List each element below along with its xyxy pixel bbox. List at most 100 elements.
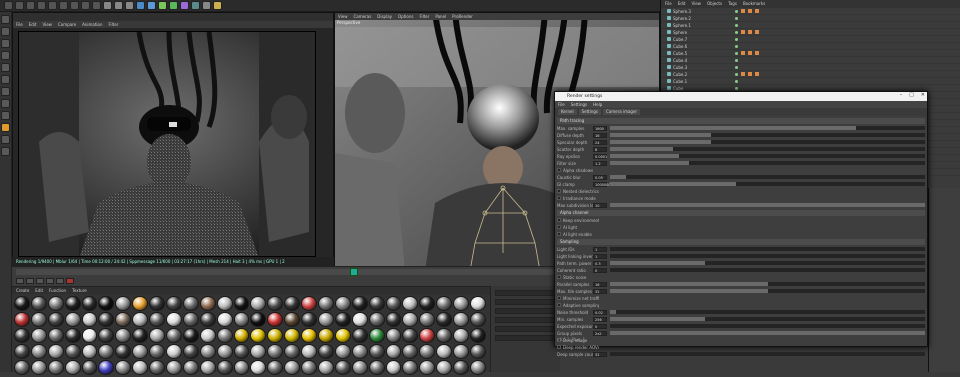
material-swatch[interactable] [14,312,30,327]
setting-value-field[interactable]: 1 [593,253,607,259]
material-swatch[interactable] [267,312,284,327]
setting-slider[interactable] [610,317,925,321]
render-view-icon[interactable] [103,1,112,10]
material-swatch[interactable] [250,344,267,359]
setting-slider[interactable] [610,175,925,179]
material-swatch[interactable] [233,344,250,359]
tab-kernel[interactable]: Kernel [558,109,577,115]
setting-value-field[interactable]: 1.2 [593,160,607,166]
material-swatch[interactable] [284,296,301,311]
dlg-menu-help[interactable]: Help [593,101,602,108]
material-swatch[interactable] [301,360,318,375]
visibility-dot-icon[interactable] [735,58,738,62]
setting-value-field[interactable]: 16 [593,132,607,138]
paint-icon[interactable] [1,123,10,132]
om-menu-file[interactable]: File [665,0,672,8]
size-x-field[interactable] [495,317,556,323]
material-swatch[interactable] [166,296,182,311]
redo-icon[interactable] [15,1,24,10]
material-swatch[interactable] [301,296,318,311]
array-icon[interactable] [169,1,178,10]
material-swatch[interactable] [470,344,486,359]
x-axis-icon[interactable] [70,1,79,10]
camera-icon[interactable] [202,1,211,10]
material-swatch[interactable] [166,344,182,359]
maximize-icon[interactable]: □ [909,92,914,98]
material-swatch[interactable] [419,296,436,311]
material-swatch[interactable] [318,360,334,375]
material-swatch[interactable] [402,296,419,311]
points-mode-icon[interactable] [1,39,10,48]
material-swatch[interactable] [470,296,486,311]
material-swatch[interactable] [115,312,132,327]
setting-slider[interactable] [610,268,925,272]
mm-menu-create[interactable]: Create [16,287,29,294]
visibility-dot-icon[interactable] [735,37,738,41]
material-swatch[interactable] [233,328,250,343]
edges-mode-icon[interactable] [1,51,10,60]
visibility-dot-icon[interactable] [735,51,738,55]
material-swatch[interactable] [199,360,216,375]
material-swatch[interactable] [368,296,385,311]
om-menu-tags[interactable]: Tags [728,0,737,8]
material-swatch[interactable] [351,312,368,327]
material-swatch[interactable] [233,312,250,327]
vp-menu-view[interactable]: View [338,13,348,20]
material-swatch[interactable] [182,344,199,359]
material-swatch[interactable] [402,328,419,343]
material-swatch[interactable] [453,312,470,327]
material-swatch[interactable] [436,360,453,375]
material-swatch[interactable] [199,296,216,311]
material-swatch[interactable] [318,344,334,359]
settings-section-header[interactable]: Alpha channel [557,210,925,216]
material-tag-icon[interactable] [755,72,759,76]
visibility-dot-icon[interactable] [735,44,738,48]
material-swatch[interactable] [419,344,436,359]
setting-value-field[interactable]: 32 [593,351,607,357]
object-row[interactable]: Cube.2 [661,71,960,78]
setting-value-field[interactable]: 1 [593,246,607,252]
material-swatch[interactable] [301,344,318,359]
render-settings-icon[interactable] [125,1,134,10]
material-swatch[interactable] [199,312,216,327]
setting-slider[interactable] [610,140,925,144]
material-swatch[interactable] [216,296,233,311]
material-swatch[interactable] [199,344,216,359]
visibility-dot-icon[interactable] [735,86,738,90]
material-swatch[interactable] [166,312,182,327]
material-swatch[interactable] [334,360,351,375]
material-swatch[interactable] [132,312,149,327]
setting-value-field[interactable]: 10 [593,202,607,208]
object-row[interactable]: Cube.7 [661,36,960,43]
undo-icon[interactable] [4,1,13,10]
material-swatch[interactable] [64,296,81,311]
material-swatch[interactable] [47,344,64,359]
setting-value-field[interactable]: 2x2 [593,330,607,336]
material-swatch[interactable] [334,328,351,343]
object-row[interactable]: Cube.4 [661,57,960,64]
material-swatch[interactable] [453,360,470,375]
material-swatch[interactable] [14,328,30,343]
setting-slider[interactable] [610,331,925,335]
material-tag-icon[interactable] [748,9,752,13]
material-swatch[interactable] [318,328,334,343]
material-swatch[interactable] [216,312,233,327]
material-swatch[interactable] [284,360,301,375]
setting-value-field[interactable]: 16 [593,281,607,287]
rw-menu-file[interactable]: File [16,21,23,28]
rw-menu-view[interactable]: View [42,21,52,28]
material-swatch[interactable] [182,312,199,327]
material-swatch[interactable] [81,328,98,343]
material-swatch[interactable] [284,312,301,327]
setting-slider[interactable] [610,161,925,165]
material-swatch[interactable] [149,360,166,375]
material-tag-icon[interactable] [755,51,759,55]
material-swatch[interactable] [30,360,47,375]
dlg-menu-settings[interactable]: Settings [571,101,587,108]
material-swatch[interactable] [436,296,453,311]
setting-checkbox[interactable] [557,189,561,193]
material-swatch[interactable] [250,296,267,311]
light-icon[interactable] [213,1,222,10]
material-swatch[interactable] [47,296,64,311]
setting-value-field[interactable]: 0.0001 [593,153,607,159]
